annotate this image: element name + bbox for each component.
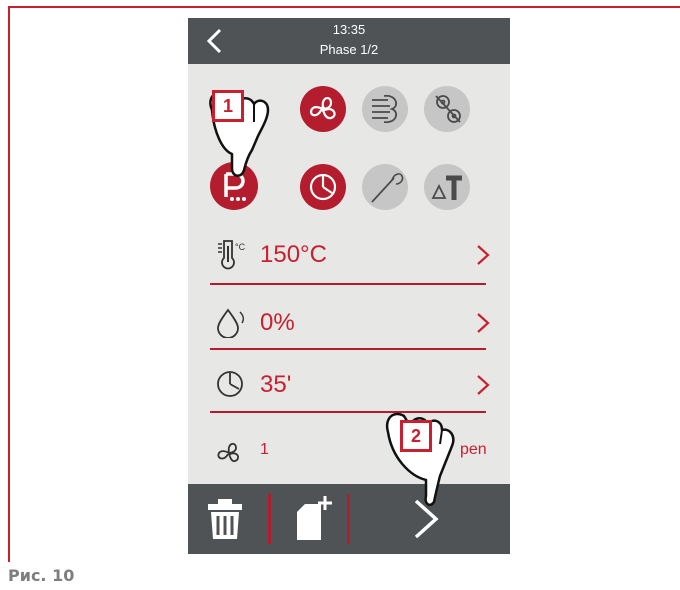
- time-mode-button[interactable]: [300, 164, 346, 210]
- clock-icon: [309, 173, 337, 201]
- new-document-icon: [297, 496, 332, 540]
- fan-off-button[interactable]: [424, 86, 470, 132]
- add-phase-button[interactable]: [271, 484, 347, 554]
- phase-indicator: Phase 1/2: [319, 42, 379, 57]
- divider: [210, 348, 486, 350]
- callout-number-2: 2: [400, 420, 432, 452]
- figure-frame-left: [8, 6, 10, 562]
- top-bar: 13:35 Phase 1/2: [188, 18, 510, 64]
- time-value: 35': [260, 371, 292, 398]
- chevron-right-icon: [477, 245, 490, 265]
- figure-caption: Рис. 10: [8, 566, 75, 585]
- pointing-hand-icon: [209, 90, 270, 177]
- temperature-value: 150°C: [260, 241, 327, 268]
- figure-frame-top: [8, 6, 680, 8]
- fan-icon: [309, 97, 336, 120]
- thermometer-icon: °C: [218, 240, 246, 270]
- humidity-drop-icon: [217, 308, 245, 338]
- fan-icon: [217, 442, 240, 463]
- steam-mode-button[interactable]: [362, 86, 408, 132]
- trash-icon: [208, 499, 242, 539]
- delta-t-icon: [431, 175, 462, 200]
- chevron-right-icon: [477, 375, 490, 395]
- fan-off-icon: [435, 95, 461, 123]
- clock-time: 13:35: [332, 22, 366, 37]
- humidity-row[interactable]: 0%: [188, 300, 510, 346]
- delta-t-button[interactable]: [424, 164, 470, 210]
- chevron-right-icon: [477, 313, 490, 333]
- fan-mode-button[interactable]: [300, 86, 346, 132]
- divider: [210, 283, 486, 285]
- clock-icon: [217, 371, 243, 397]
- core-probe-icon: [371, 173, 404, 203]
- steam-icon: [372, 94, 398, 124]
- temperature-row[interactable]: °C 150°C: [188, 232, 510, 278]
- delete-button[interactable]: [188, 484, 268, 554]
- fan-speed-value: 1: [260, 441, 269, 458]
- callout-hand-1: 1: [192, 70, 288, 190]
- svg-text:°C: °C: [235, 242, 246, 252]
- core-probe-button[interactable]: [362, 164, 408, 210]
- humidity-value: 0%: [260, 309, 295, 336]
- callout-number-1: 1: [212, 90, 244, 122]
- callout-hand-2: 2: [380, 392, 476, 510]
